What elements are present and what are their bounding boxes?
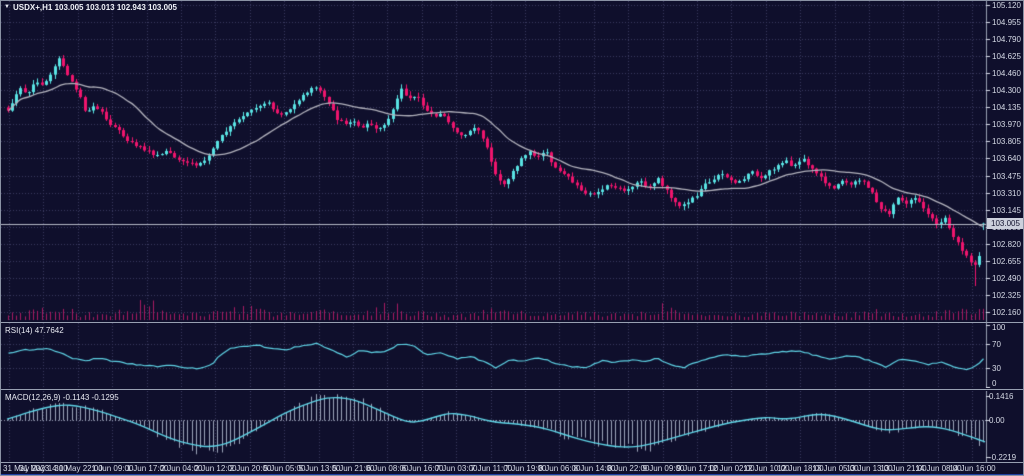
- rsi-tick-label: 100: [992, 323, 1005, 332]
- rsi-axis[interactable]: 100 70 30 0: [986, 323, 1024, 388]
- price-tick-label: 104.790: [992, 35, 1021, 44]
- collapse-icon[interactable]: ▼: [4, 3, 10, 12]
- time-axis-label: 14 Jun 16:00: [949, 464, 995, 473]
- price-axis[interactable]: 105.120 104.955 104.790 104.625 104.460 104.3…: [986, 1, 1024, 323]
- panel-separator[interactable]: [1, 389, 1024, 390]
- price-tick-label: 102.325: [992, 291, 1021, 300]
- price-tick-label: 105.120: [992, 1, 1021, 10]
- macd-indicator-label: MACD(12,26,9) -0.1143 -0.1295: [5, 393, 119, 402]
- rsi-tick-label: 70: [992, 340, 1001, 349]
- macd-axis[interactable]: 0.1416 0.00 -0.2219: [986, 391, 1024, 462]
- price-tick-label: 103.310: [992, 189, 1021, 198]
- symbol-ohlc-title: USDX+,H1 103.005 103.013 102.943 103.005: [13, 3, 177, 12]
- price-tick-label: 104.135: [992, 103, 1021, 112]
- current-price-label: 103.005: [987, 218, 1024, 229]
- chart-window: USDX+,H1 103.005 103.013 102.943 103.005…: [0, 0, 1024, 476]
- price-tick-label: 104.300: [992, 86, 1021, 95]
- rsi-tick-label: 0: [992, 379, 996, 388]
- rsi-chart-canvas[interactable]: [1, 323, 1024, 388]
- price-tick-label: 102.490: [992, 274, 1021, 283]
- rsi-tick-label: 30: [992, 364, 1001, 373]
- macd-tick-label: -0.2219: [989, 453, 1016, 462]
- price-tick-label: 103.145: [992, 206, 1021, 215]
- price-tick-label: 103.970: [992, 120, 1021, 129]
- macd-tick-label: 0.00: [989, 416, 1005, 425]
- price-tick-label: 102.160: [992, 308, 1021, 317]
- price-tick-label: 104.460: [992, 69, 1021, 78]
- price-chart-canvas[interactable]: [1, 1, 1024, 323]
- price-tick-label: 104.625: [992, 52, 1021, 61]
- macd-chart-canvas[interactable]: [1, 391, 1024, 462]
- price-tick-label: 102.655: [992, 257, 1021, 266]
- rsi-indicator-label: RSI(14) 47.7642: [5, 326, 64, 335]
- price-tick-label: 103.805: [992, 137, 1021, 146]
- price-tick-label: 103.475: [992, 172, 1021, 181]
- price-tick-label: 103.640: [992, 154, 1021, 163]
- price-tick-label: 102.820: [992, 240, 1021, 249]
- macd-tick-label: 0.1416: [989, 392, 1013, 401]
- price-tick-label: 104.955: [992, 18, 1021, 27]
